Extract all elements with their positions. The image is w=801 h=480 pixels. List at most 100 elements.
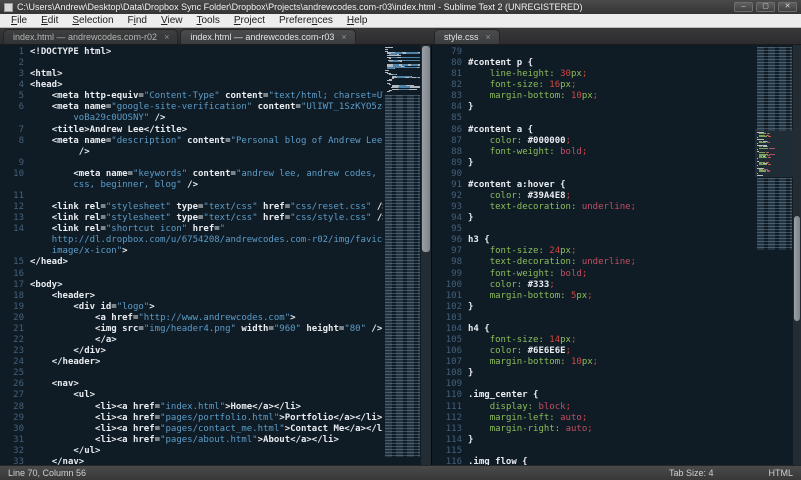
code-view-html[interactable]: <!DOCTYPE html> <html> <head> <meta http-e… [24,45,383,465]
menu-item-preferences[interactable]: Preferences [272,14,340,27]
scrollbar-thumb[interactable] [422,46,430,252]
line-number: 26 [13,379,24,390]
line-number: 85 [451,113,462,124]
minimize-button[interactable]: – [734,2,753,12]
line-number: 104 [445,323,462,334]
code-line: } [468,213,474,224]
line-number: 95 [451,224,462,235]
code-line: display: block; [489,401,571,412]
tab-size-indicator[interactable]: Tab Size: 4 [669,468,714,478]
window-controls: – ▢ ✕ [734,2,797,12]
code-line: <meta http-equiv="Content-Type" content=… [51,91,383,102]
minimap-filler [385,95,420,457]
minimap[interactable] [383,45,421,465]
syntax-indicator[interactable]: HTML [769,468,794,478]
code-line: <meta name="google-site-verification" co… [51,102,383,113]
tab[interactable]: style.css × [434,29,500,44]
tab[interactable]: index.html — andrewcodes.com-r02 × [3,29,179,44]
vertical-scrollbar[interactable] [421,45,431,465]
line-number: 31 [13,434,24,445]
tab[interactable]: index.html — andrewcodes.com-r03 × [180,29,356,44]
menu-item-find[interactable]: Find [121,14,154,27]
code-line: } [468,434,474,445]
code-line: #content a { [468,124,534,135]
close-button[interactable]: ✕ [778,2,797,12]
line-number: 30 [13,423,24,434]
code-line: margin-bottom: 10px; [489,91,599,102]
line-number: 103 [445,312,462,323]
maximize-button[interactable]: ▢ [756,2,775,12]
line-number: 81 [451,69,462,80]
title-bar: C:\Users\Andrew\Desktop\Data\Dropbox Syn… [0,0,801,14]
menu-item-view[interactable]: View [154,14,190,27]
line-number: 25 [13,368,24,379]
menu-item-help[interactable]: Help [340,14,375,27]
code-line: </nav> [51,456,85,465]
code-line: font-weight: bold; [489,268,588,279]
tab-group-right: style.css × [431,28,801,44]
line-number: 105 [445,335,462,346]
code-line: <body> [30,279,63,290]
code-line: } [468,368,474,379]
menu-item-project[interactable]: Project [227,14,272,27]
line-number: 88 [451,146,462,157]
code-line: <nav> [51,379,79,390]
code-line: <title>Andrew Lee</title> [51,124,188,135]
code-line: <li><a href="pages/portfolio.html">Portf… [95,412,383,423]
code-line: color: #39A4E8; [489,191,571,202]
minimap-viewport-indicator[interactable] [755,129,793,177]
sublime-window: C:\Users\Andrew\Desktop\Data\Dropbox Syn… [0,0,801,480]
menu-item-tools[interactable]: Tools [189,14,226,27]
tab-close-icon[interactable]: × [341,32,346,42]
line-number: 98 [451,257,462,268]
code-line: h3 { [468,235,490,246]
line-number: 8 [18,135,24,146]
line-number: 32 [13,445,24,456]
code-line: #content a:hover { [468,179,566,190]
vertical-scrollbar[interactable] [793,45,801,465]
line-number: 102 [445,301,462,312]
code-line: .img_flow { [468,456,528,465]
code-view-css[interactable]: #content p { line-height: 30px; font-siz… [462,45,755,465]
line-number: 21 [13,323,24,334]
tab-strip: index.html — andrewcodes.com-r02 × index.h… [0,28,801,45]
tab-label: index.html — andrewcodes.com-r03 [190,32,335,42]
tab-close-icon[interactable]: × [486,32,491,42]
code-line: font-size: 24px; [489,246,577,257]
menu-item-edit[interactable]: Edit [34,14,65,27]
code-line: http://dl.dropbox.com/u/6754208/andrewco… [51,235,383,246]
code-line: </ul> [73,445,101,456]
line-number: 20 [13,312,24,323]
line-number: 4 [18,80,24,91]
cursor-position: Line 70, Column 56 [8,468,87,478]
menu-item-selection[interactable]: Selection [65,14,120,27]
minimap[interactable] [755,45,793,465]
line-number: 96 [451,235,462,246]
line-number: 15 [13,257,24,268]
scrollbar-thumb[interactable] [794,216,800,321]
line-number [0,246,24,257]
code-line: font-size: 16px; [489,80,577,91]
line-number: 12 [13,202,24,213]
tab-group-left: index.html — andrewcodes.com-r02 × index.h… [0,28,431,44]
line-number: 107 [445,357,462,368]
line-number: 91 [451,179,462,190]
code-line: image/x-icon"> [51,246,128,257]
code-line: } [468,301,474,312]
line-number: 109 [445,379,462,390]
line-number: 13 [13,213,24,224]
menu-item-file[interactable]: File [4,14,34,27]
menu-bar: File Edit Selection Find View Tools Project Pre… [0,14,801,28]
line-number: 99 [451,268,462,279]
code-line: color: #6E6E6E; [489,346,571,357]
line-number [0,147,24,158]
code-line: <a href="http://www.andrewcodes.com"> [95,312,296,323]
tab-close-icon[interactable]: × [164,32,169,42]
